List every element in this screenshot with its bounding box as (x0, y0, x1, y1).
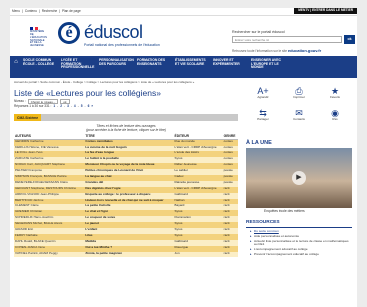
table-caption: Titres et fiches de lecture des ouvrages… (85, 124, 167, 133)
resource-item[interactable]: Du socle commun (250, 229, 352, 234)
republique-francaise-logo[interactable]: MINISTÈRE DE L'ÉDUCATION NATIONALE ET DE… (30, 27, 47, 48)
publisher-cell: Jon (173, 251, 223, 258)
genre-cell: récit (222, 251, 238, 258)
resource-item[interactable]: L'accompagnement éducatif au collège (250, 247, 352, 252)
resource-item[interactable]: Actuels/ liste personnalisée et le lectu… (250, 239, 352, 247)
title-link[interactable]: Zinnia, la petite magicien (84, 251, 174, 258)
resources-title: RESSOURCES (246, 220, 352, 228)
nav-item-europe[interactable]: Enseigner avec l'Europe et le monde (248, 58, 286, 71)
featured-video-caption[interactable]: Enquêtes école des métiers (264, 209, 305, 214)
portal-link[interactable]: Retrouvez toute l'information sur le sit… (232, 48, 321, 54)
resource-item[interactable]: Prévenir l'accompagnement éducatif au co… (250, 252, 352, 257)
enlarge-tool[interactable]: A+ Agrandir (250, 86, 276, 100)
page: Menu | Contenu | Recherche | Plan de page M… (10, 8, 357, 307)
page-title: Liste de «Lectures pour les collégiens» (14, 88, 161, 98)
search-label: Rechercher sur le portail éduscol (232, 30, 285, 34)
search-input[interactable] (232, 36, 342, 43)
page-link[interactable]: 5 (81, 104, 83, 109)
nav-item-etablissements[interactable]: Établissements et vie scolaire (172, 58, 210, 71)
tab-cm2-sixieme[interactable]: CM2-Sixième (14, 114, 42, 121)
resource-item[interactable]: Aide personnalisée et autonomie (250, 234, 352, 239)
page-link[interactable]: 4 (74, 104, 76, 109)
skip-link-sitemap[interactable]: Plan de page (62, 9, 81, 14)
skip-link-search[interactable]: Recherche (42, 9, 57, 14)
skip-links: Menu | Contenu | Recherche | Plan de page (12, 9, 81, 14)
page-link[interactable]: 1 (53, 104, 55, 109)
header: MINISTÈRE DE L'ÉDUCATION NATIONALE ET DE… (10, 16, 357, 56)
author-cell: VATINEL Patrick, ADAM Peggy (14, 251, 85, 258)
nav-item-socle[interactable]: Socle commun école - collège (20, 58, 58, 71)
top-bar: Menu | Contenu | Recherche | Plan de page M… (10, 8, 357, 16)
pagination: Réponses 1 à 30 sur 331 : 1- 2- 3- 4- 5-… (14, 104, 94, 109)
share-tool[interactable]: ⇆ Partager (250, 108, 276, 122)
home-icon[interactable]: ⌂ (12, 58, 20, 66)
main-nav: ⌂ Socle commun école - collège Lycée et … (10, 56, 357, 78)
play-icon[interactable]: ▶ (292, 171, 306, 185)
skip-link-content[interactable]: Contenu (25, 9, 37, 14)
rss-tool[interactable]: ◉ Rss (322, 108, 348, 122)
site-tagline: Portail national des professionnels de l… (84, 43, 160, 47)
resources-list: Du socle communAide personnalisée et aut… (250, 229, 352, 257)
tab-bar: CM2-Sixième (14, 114, 238, 121)
top-right-links[interactable]: MENTV | ENTRER DANS LE METIER (294, 8, 357, 14)
featured-title: À LA UNE (246, 140, 272, 146)
eduscol-logo-icon[interactable]: é (58, 22, 80, 44)
level-filter-label: Niveau : (14, 98, 26, 103)
nav-item-parcours[interactable]: Personnalisation des parcours (96, 58, 134, 71)
nav-item-lycee[interactable]: Lycée et formation professionnelle (58, 58, 96, 71)
results-count: Réponses 1 à 30 sur 331 : (14, 104, 52, 108)
next-page-link[interactable]: » (91, 104, 93, 109)
site-name[interactable]: éduscol (84, 22, 143, 44)
ministry-line: ET DE LA JEUNESSE (30, 41, 44, 48)
nav-item-formation[interactable]: Formation des enseignants (134, 58, 172, 71)
page-link[interactable]: 6 (88, 104, 90, 109)
table-row: VATINEL Patrick, ADAM Peggy Zinnia, la pe… (14, 251, 238, 258)
breadcrumb[interactable]: Accueil du portail > Socle commun - Écol… (14, 80, 194, 85)
favorites-tool[interactable]: ★ Favoris (322, 86, 348, 100)
nav-item-innover[interactable]: Innover et expérimenter (210, 58, 248, 71)
page-link[interactable]: 3 (67, 104, 69, 109)
books-table: AUTEURS TITRE ÉDITEUR GENRE GENDRIN Cath… (14, 134, 238, 258)
skip-link-menu[interactable]: Menu (12, 9, 20, 14)
contacts-tool[interactable]: ✉ Contacts (286, 108, 312, 122)
search-ok-button[interactable]: ok (344, 35, 355, 44)
page-tools: A+ Agrandir ⎙ Imprimer ★ Favoris ⇆ Partager … (246, 86, 352, 136)
featured-video[interactable]: ▶ (246, 148, 352, 208)
print-tool[interactable]: ⎙ Imprimer (286, 86, 312, 100)
page-link[interactable]: 2 (60, 104, 62, 109)
